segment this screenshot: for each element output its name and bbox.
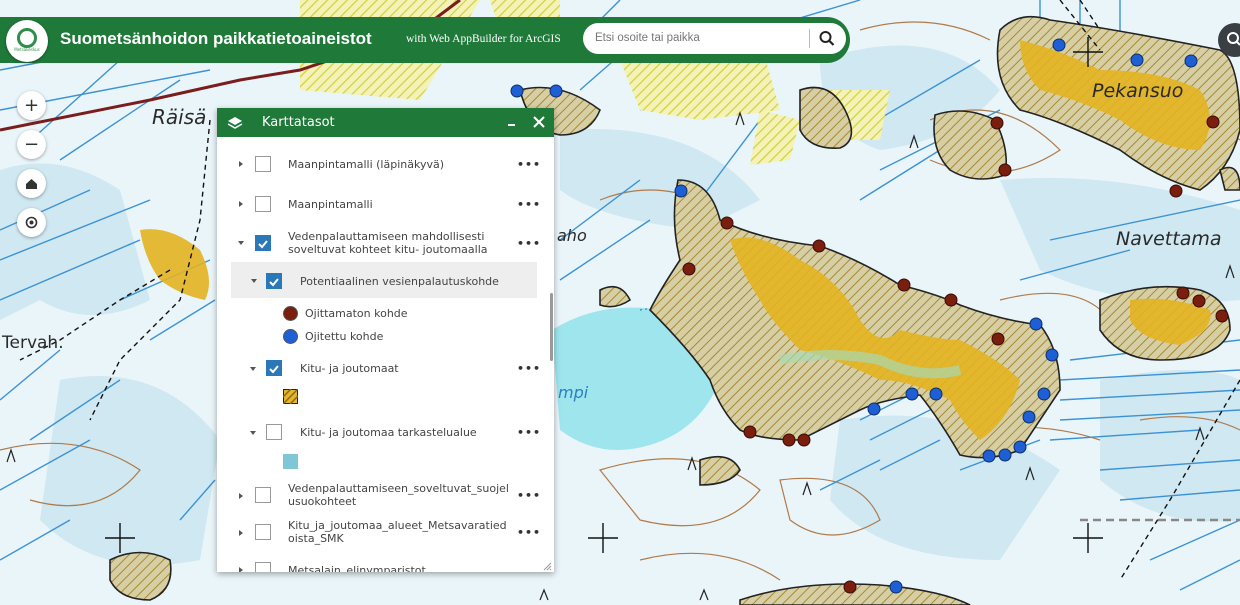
corner-search-button[interactable] (1218, 23, 1240, 57)
layer-checkbox[interactable] (255, 524, 271, 540)
locate-icon (25, 216, 38, 229)
app-title: Suometsänhoidon paikkatietoaineistot (60, 29, 372, 48)
layer-options-button[interactable]: ••• (517, 237, 541, 250)
layer-row[interactable]: Vedenpalauttamiseen_soveltuvat_suojelusu… (217, 481, 554, 517)
search-button[interactable] (815, 27, 839, 50)
place-label: aho (557, 226, 587, 245)
layer-label: Metsalain_elinymparistot (288, 564, 426, 572)
legend-label: Ojitettu kohde (305, 330, 384, 343)
locate-button[interactable] (17, 208, 46, 237)
layer-label: Maanpintamalli (läpinäkyvä) (288, 158, 444, 171)
layer-options-button[interactable]: ••• (517, 158, 541, 171)
zoom-out-button[interactable]: − (17, 130, 46, 159)
collapse-caret-icon[interactable] (248, 275, 260, 287)
place-label: Pekansuo (1092, 80, 1184, 102)
search-divider (809, 29, 810, 48)
check-icon (258, 240, 268, 249)
place-label: mpi (558, 383, 589, 402)
layer-label: Maanpintamalli (288, 198, 373, 211)
tarkastelu-swatch-icon (283, 454, 298, 469)
layer-checkbox[interactable] (255, 196, 271, 212)
layer-options-button[interactable]: ••• (517, 426, 541, 439)
layer-options-button[interactable]: ••• (517, 526, 541, 539)
layer-row[interactable]: Kitu- ja joutomaa tarkastelualue ••• (217, 419, 554, 455)
search-icon (819, 31, 835, 46)
layer-row[interactable]: Maanpintamalli (läpinäkyvä) ••• (217, 153, 554, 189)
layer-label: Vedenpalauttamiseen mahdollisesti sovelt… (288, 230, 488, 256)
layer-checkbox[interactable] (266, 273, 282, 289)
layer-row-selected[interactable]: Potentiaalinen vesienpalautuskohde (231, 262, 537, 298)
layer-row[interactable]: Vedenpalauttamiseen mahdollisesti sovelt… (217, 229, 554, 265)
home-icon (26, 179, 37, 189)
ditched-legend-icon (283, 329, 298, 344)
layer-row[interactable]: Kitu- ja joutomaat ••• (217, 354, 554, 390)
zoom-in-button[interactable]: + (17, 91, 46, 120)
map-canvas[interactable] (0, 0, 1240, 605)
expand-caret-icon[interactable] (235, 198, 247, 210)
place-label: Navettama (1116, 228, 1222, 250)
collapse-caret-icon[interactable] (247, 427, 259, 439)
place-label: Tervah. (2, 333, 64, 353)
layer-checkbox[interactable] (266, 424, 282, 440)
check-icon (269, 278, 279, 287)
layer-label: Kitu- ja joutomaa tarkastelualue (300, 426, 477, 439)
search-icon (1227, 32, 1240, 46)
layer-checkbox[interactable] (255, 156, 271, 172)
layer-checkbox[interactable] (266, 360, 282, 376)
place-label: Räisä (152, 105, 207, 129)
layer-label: Potentiaalinen vesienpalautuskohde (300, 275, 499, 288)
resize-grip-icon[interactable] (543, 562, 552, 571)
layer-row[interactable]: Metsalain_elinymparistot (217, 559, 554, 572)
layer-label: Kitu_ja_joutomaa_alueet_Metsavaratiedois… (288, 519, 507, 545)
app-subtitle: with Web AppBuilder for ArcGIS (406, 33, 561, 45)
layer-checkbox[interactable] (255, 235, 271, 251)
collapse-caret-icon[interactable] (247, 363, 259, 375)
expand-caret-icon[interactable] (235, 490, 247, 502)
layer-options-button[interactable]: ••• (517, 489, 541, 502)
layer-row[interactable]: Maanpintamalli ••• (217, 193, 554, 229)
layer-options-button[interactable]: ••• (517, 362, 541, 375)
expand-caret-icon[interactable] (235, 564, 247, 572)
panel-title: Karttatasot (262, 115, 335, 130)
panel-header[interactable]: Karttatasot (217, 108, 554, 137)
minimize-icon[interactable] (504, 114, 520, 130)
collapse-caret-icon[interactable] (235, 237, 247, 249)
layer-list-panel: Karttatasot Maanpintamalli (läpinäkyvä) … (217, 108, 554, 572)
layer-label: Kitu- ja joutomaat (300, 362, 399, 375)
layers-icon (227, 117, 243, 129)
home-button[interactable] (17, 169, 46, 198)
panel-scrollbar[interactable] (550, 293, 553, 361)
logo-text: Metsäkeskus (14, 47, 40, 52)
close-icon[interactable] (531, 114, 547, 130)
undrained-legend-icon (283, 306, 298, 321)
layer-checkbox[interactable] (255, 487, 271, 503)
layer-checkbox[interactable] (255, 562, 271, 572)
expand-caret-icon[interactable] (235, 527, 247, 539)
layer-label: Vedenpalauttamiseen_soveltuvat_suojelusu… (288, 482, 509, 508)
expand-caret-icon[interactable] (235, 158, 247, 170)
layer-options-button[interactable]: ••• (517, 198, 541, 211)
logo-mark (17, 28, 37, 48)
layer-row[interactable]: Kitu_ja_joutomaa_alueet_Metsavaratiedois… (217, 518, 554, 554)
search-input[interactable] (595, 28, 805, 48)
check-icon (269, 365, 279, 374)
kitu-swatch-icon (283, 389, 298, 404)
legend-label: Ojittamaton kohde (305, 307, 408, 320)
search-box (583, 23, 846, 54)
app-logo[interactable]: Metsäkeskus (6, 20, 48, 62)
